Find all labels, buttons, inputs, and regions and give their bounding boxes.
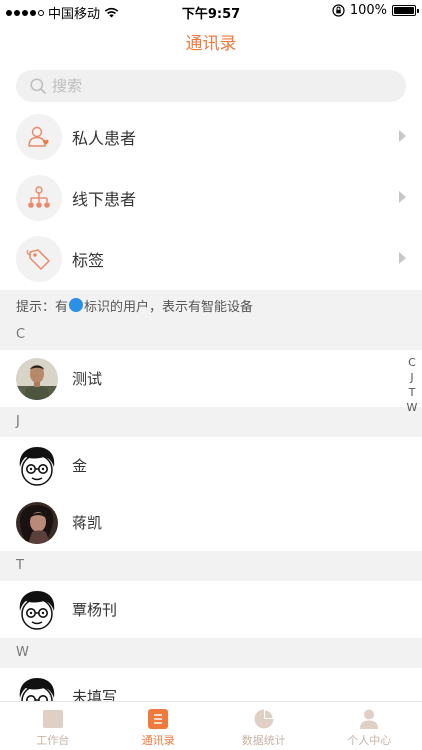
- workbench-icon: [42, 710, 63, 728]
- contact-list[interactable]: C 测试 J 金 蒋凯 T 覃杨刊 W 未填写: [0, 320, 422, 725]
- section-header-c: C: [0, 320, 422, 350]
- smart-device-badge-icon: [69, 298, 84, 312]
- menu-item-label: 线下患者: [72, 189, 137, 209]
- contact-name: 覃杨刊: [72, 601, 118, 619]
- alphabet-index[interactable]: C J T W: [405, 355, 419, 415]
- pie-chart-icon: [254, 709, 274, 729]
- hint-prefix: 提示：有: [16, 299, 69, 315]
- navigation-bar: 通讯录: [0, 22, 422, 66]
- page-title: 通讯录: [185, 34, 237, 54]
- index-letter-j[interactable]: J: [405, 370, 419, 385]
- menu-item-label: 私人患者: [72, 128, 137, 148]
- contact-name: 金: [72, 457, 88, 475]
- contact-row[interactable]: 蒋凯: [0, 494, 422, 551]
- avatar: [16, 588, 58, 631]
- chevron-right-icon: [399, 252, 406, 264]
- section-header-j: J: [0, 407, 422, 437]
- tab-contacts[interactable]: 通讯录: [106, 702, 212, 750]
- index-letter-c[interactable]: C: [405, 355, 419, 370]
- tag-icon: [16, 235, 62, 282]
- tab-label: 个人中心: [347, 734, 392, 747]
- search-input[interactable]: [52, 77, 372, 95]
- tab-label: 数据统计: [241, 734, 286, 747]
- contact-name: 蒋凯: [72, 514, 103, 532]
- smart-device-hint: 提示：有 标识的用户，表示有智能设备: [0, 290, 422, 320]
- private-patient-icon: [16, 113, 62, 160]
- tab-profile[interactable]: 个人中心: [317, 702, 422, 750]
- index-letter-t[interactable]: T: [405, 385, 419, 400]
- contacts-icon: [148, 709, 169, 729]
- status-bar: 中国移动 下午9:57 100%: [0, 0, 422, 22]
- section-header-t: T: [0, 551, 422, 581]
- contacts-screen: 中国移动 下午9:57 100% 通讯录 搜索 私人患者 线下患者 标签 提示：…: [0, 0, 422, 750]
- search-icon: [30, 78, 46, 94]
- menu-item-label: 标签: [72, 250, 105, 270]
- chevron-right-icon: [399, 191, 406, 203]
- avatar: [16, 444, 58, 487]
- battery-percent: 100%: [349, 3, 387, 18]
- category-menu: 私人患者 线下患者 标签: [0, 106, 422, 289]
- tab-bar: 工作台 通讯录 数据统计 个人中心: [0, 701, 422, 750]
- battery-icon: [392, 5, 419, 16]
- menu-item-tags[interactable]: 标签: [0, 228, 422, 289]
- contact-name: 测试: [72, 370, 103, 388]
- status-right: 100%: [332, 3, 419, 18]
- orientation-lock-icon: [332, 4, 345, 17]
- contact-row[interactable]: 测试: [0, 350, 422, 407]
- tab-label: 通讯录: [141, 734, 175, 747]
- section-header-w: W: [0, 638, 422, 668]
- index-letter-w[interactable]: W: [405, 400, 419, 415]
- menu-item-offline-patients[interactable]: 线下患者: [0, 167, 422, 228]
- tab-label: 工作台: [36, 734, 70, 747]
- chevron-right-icon: [399, 130, 406, 142]
- tab-statistics[interactable]: 数据统计: [211, 702, 317, 750]
- avatar: [16, 501, 58, 544]
- tab-workbench[interactable]: 工作台: [0, 702, 106, 750]
- contact-row[interactable]: 金: [0, 437, 422, 494]
- contact-row[interactable]: 覃杨刊: [0, 581, 422, 638]
- person-icon: [360, 709, 379, 729]
- hint-suffix: 标识的用户，表示有智能设备: [84, 299, 254, 315]
- avatar: [16, 357, 58, 400]
- search-bar[interactable]: [16, 70, 406, 102]
- offline-patient-icon: [16, 174, 62, 221]
- menu-item-private-patients[interactable]: 私人患者: [0, 106, 422, 167]
